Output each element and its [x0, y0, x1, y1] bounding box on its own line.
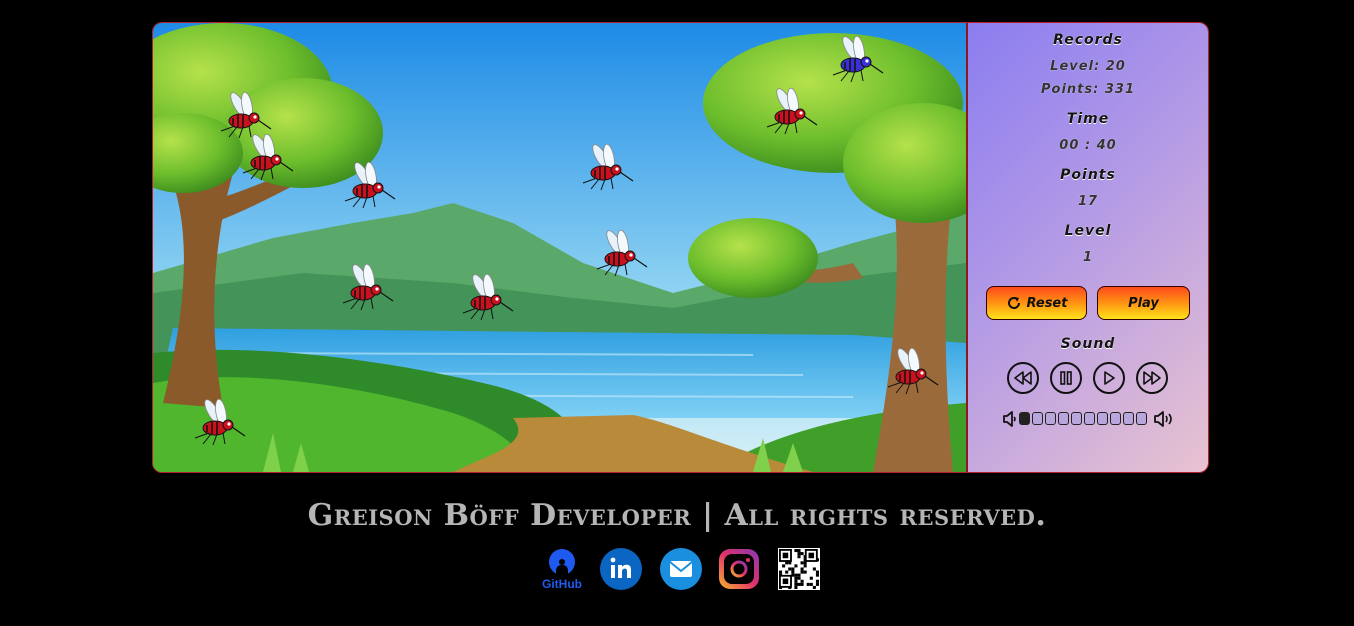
- mosquito[interactable]: [220, 90, 272, 139]
- sound-heading: Sound: [1060, 336, 1116, 352]
- time-value: 00 : 40: [1059, 138, 1117, 153]
- rewind-button[interactable]: [1007, 362, 1039, 394]
- fast-forward-icon: [1143, 371, 1161, 385]
- volume-segment[interactable]: [1084, 412, 1095, 425]
- linkedin-icon: [600, 548, 642, 590]
- instagram-icon: [719, 549, 759, 589]
- mosquito[interactable]: [194, 397, 246, 446]
- level-value: 1: [1082, 250, 1094, 265]
- mosquito[interactable]: [582, 142, 634, 191]
- volume-segment[interactable]: [1110, 412, 1121, 425]
- records-level: Level: 20: [1050, 59, 1126, 74]
- footer-text: Greison Böff Developer | All rights rese…: [307, 498, 1047, 533]
- points-heading: Points: [1060, 167, 1116, 183]
- game-scene[interactable]: [153, 23, 968, 472]
- player-mosquito[interactable]: [832, 34, 884, 83]
- mosquito[interactable]: [462, 272, 514, 321]
- volume-segment[interactable]: [1045, 412, 1056, 425]
- email-link[interactable]: [659, 547, 703, 591]
- mosquito[interactable]: [242, 132, 294, 181]
- volume-segment[interactable]: [1136, 412, 1147, 425]
- pause-button[interactable]: [1050, 362, 1082, 394]
- volume-high-icon[interactable]: [1154, 411, 1174, 427]
- volume-segment[interactable]: [1032, 412, 1043, 425]
- pause-icon: [1060, 371, 1072, 385]
- mosquito[interactable]: [766, 86, 818, 135]
- records-points: Points: 331: [1041, 82, 1135, 97]
- refresh-icon: [1007, 297, 1020, 309]
- rewind-icon: [1014, 371, 1032, 385]
- reset-button[interactable]: Reset: [986, 286, 1087, 320]
- github-label: GitHub: [542, 577, 582, 591]
- mosquito[interactable]: [344, 160, 396, 209]
- volume-low-icon[interactable]: [1003, 411, 1017, 427]
- volume-segment[interactable]: [1123, 412, 1134, 425]
- side-panel: Records Level: 20 Points: 331 Time 00 : …: [968, 23, 1208, 472]
- volume-segment[interactable]: [1097, 412, 1108, 425]
- play-sound-button[interactable]: [1093, 362, 1125, 394]
- volume-segment[interactable]: [1058, 412, 1069, 425]
- volume-segment[interactable]: [1071, 412, 1082, 425]
- mosquito-layer: [194, 34, 939, 446]
- linkedin-link[interactable]: [599, 547, 643, 591]
- reset-label: Reset: [1026, 295, 1068, 311]
- mosquito[interactable]: [596, 228, 648, 277]
- email-icon: [660, 548, 702, 590]
- game-container: Records Level: 20 Points: 331 Time 00 : …: [152, 22, 1209, 473]
- github-link[interactable]: GitHub: [540, 547, 584, 591]
- points-value: 17: [1077, 194, 1099, 209]
- time-heading: Time: [1066, 111, 1110, 127]
- play-button[interactable]: Play: [1097, 286, 1190, 320]
- play-icon: [1104, 371, 1115, 385]
- mosquito[interactable]: [342, 262, 394, 311]
- volume-segment[interactable]: [1019, 412, 1030, 425]
- qr-code-icon: [778, 548, 820, 590]
- play-label: Play: [1128, 295, 1159, 311]
- level-heading: Level: [1064, 223, 1112, 239]
- records-heading: Records: [1053, 32, 1123, 48]
- qr-code-link[interactable]: [777, 547, 821, 591]
- fast-forward-button[interactable]: [1136, 362, 1168, 394]
- mosquito[interactable]: [887, 346, 939, 395]
- instagram-link[interactable]: [717, 547, 761, 591]
